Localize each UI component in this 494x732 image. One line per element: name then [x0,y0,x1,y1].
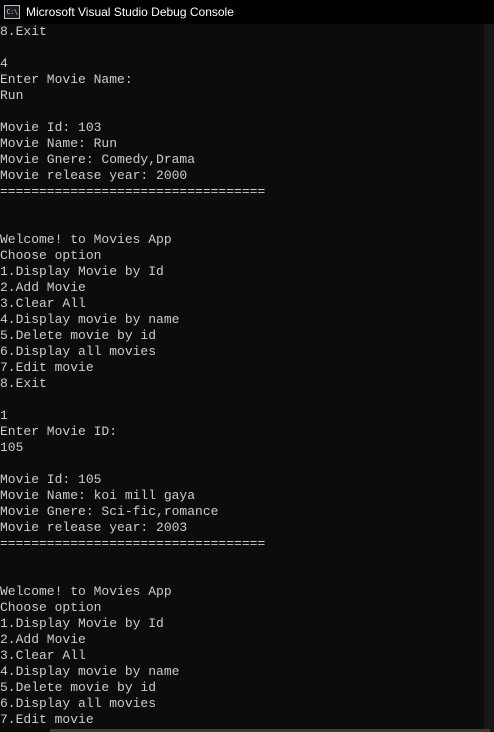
console-line: Welcome! to Movies App [0,584,172,599]
console-line: Welcome! to Movies App [0,232,172,247]
console-line: Movie Name: Run [0,136,118,151]
console-line: 1 [0,408,8,423]
console-line: Movie release year: 2000 [0,168,188,183]
console-line: Movie Name: koi mill gaya [0,488,196,503]
console-line: Movie Id: 103 [0,120,102,135]
console-line: 7.Edit movie [0,360,94,375]
console-line: Movie Gnere: Sci-fic,romance [0,504,219,519]
console-line: 2.Add Movie [0,632,86,647]
window-title: Microsoft Visual Studio Debug Console [26,5,234,19]
console-line: 5.Delete movie by id [0,328,157,343]
console-line: 6.Display all movies [0,696,157,711]
console-line: 4.Display movie by name [0,312,180,327]
console-line: Enter Movie ID: [0,424,118,439]
console-line: Movie release year: 2003 [0,520,188,535]
console-line: 105 [0,440,24,455]
console-line: 3.Clear All [0,648,86,663]
console-line: Enter Movie Name: [0,72,133,87]
title-bar[interactable]: C:\ Microsoft Visual Studio Debug Consol… [0,0,494,24]
console-line: 1.Display Movie by Id [0,616,164,631]
console-line: 4.Display movie by name [0,664,180,679]
console-line: 5.Delete movie by id [0,680,157,695]
console-line: 2.Add Movie [0,280,86,295]
console-line: 8.Exit [0,24,47,39]
vertical-scrollbar[interactable] [484,24,494,732]
console-icon-glyph: C:\ [6,7,18,16]
console-line: 7.Edit movie [0,712,94,727]
console-app-icon[interactable]: C:\ [4,5,20,19]
console-line: Movie Gnere: Comedy,Drama [0,152,196,167]
console-line: 4 [0,56,8,71]
console-output[interactable]: 8.Exit 4 Enter Movie Name: Run Movie Id: 103… [0,24,484,732]
console-line: 3.Clear All [0,296,86,311]
console-line: 8.Exit [0,376,47,391]
console-line: Movie Id: 105 [0,472,102,487]
console-line: ================================== [0,184,266,199]
console-line: 6.Display all movies [0,344,157,359]
console-line: ================================== [0,536,266,551]
debug-console-window: C:\ Microsoft Visual Studio Debug Consol… [0,0,494,732]
console-line: 1.Display Movie by Id [0,264,164,279]
console-line: Choose option [0,248,102,263]
console-line: Choose option [0,600,102,615]
console-line: Run [0,88,24,103]
